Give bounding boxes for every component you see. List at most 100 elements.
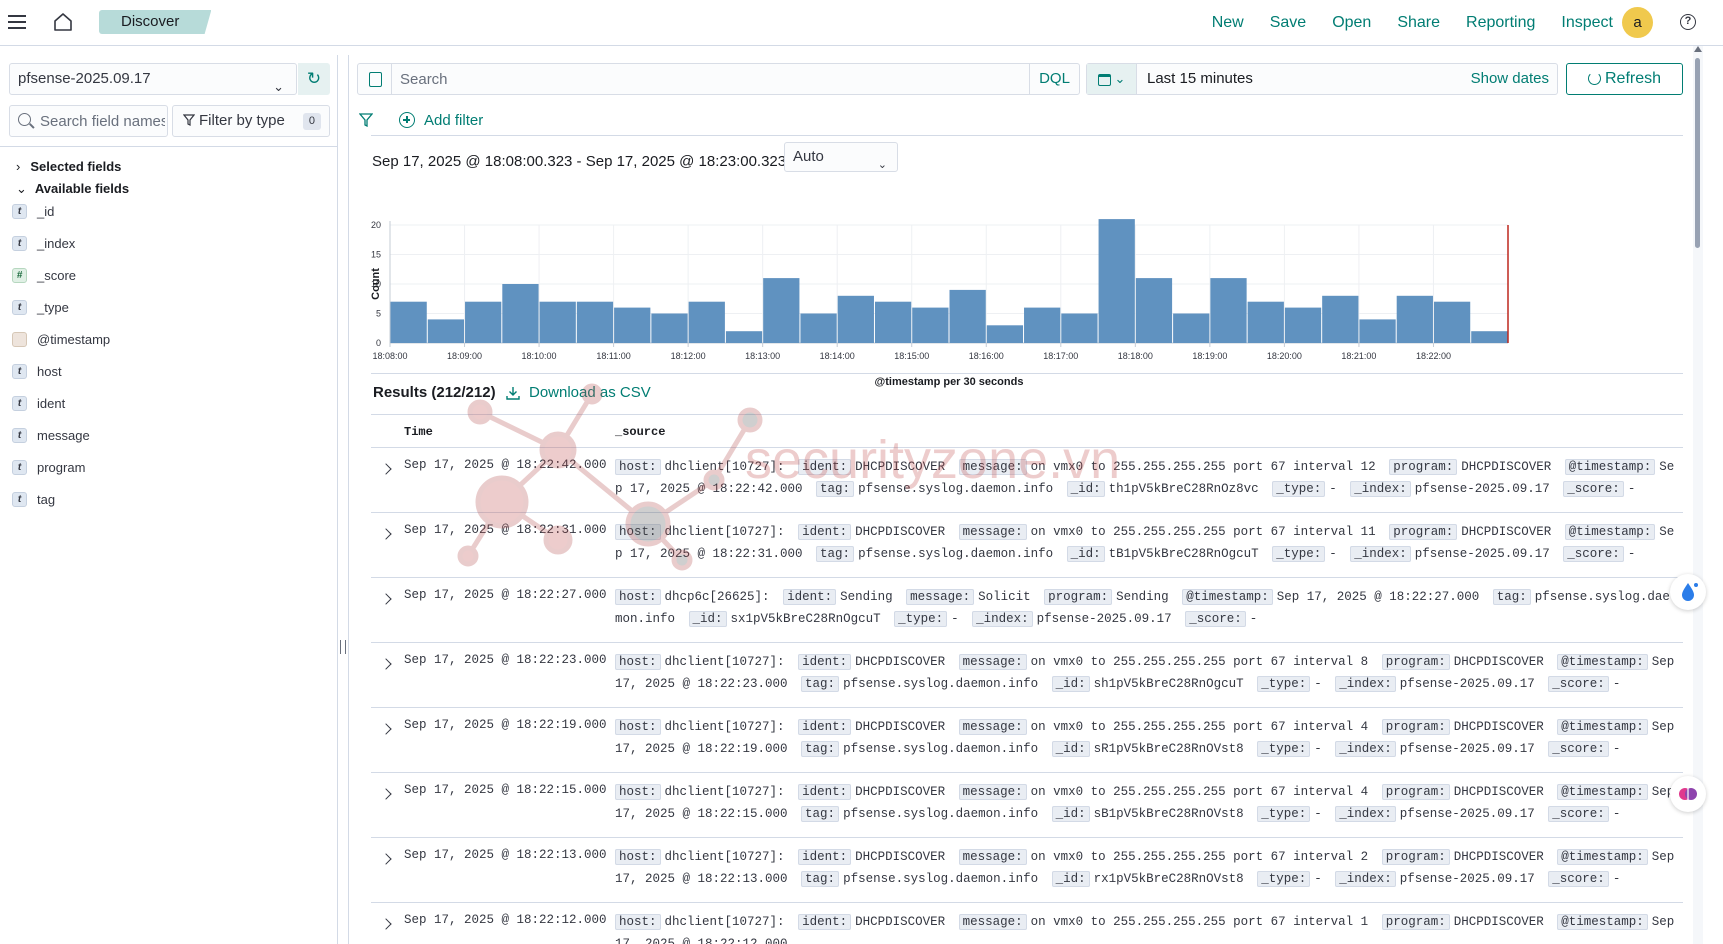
filter-icon[interactable] — [359, 113, 373, 127]
source-field-value: pfsense.syslog.daemon.info — [858, 547, 1054, 561]
source-field-key: host: — [615, 719, 661, 735]
show-dates-button[interactable]: Show dates — [1471, 64, 1549, 94]
source-field-key: ident: — [798, 784, 852, 800]
source-field-key: tag: — [816, 481, 855, 497]
source-field-key: _score: — [1548, 871, 1609, 887]
field-item[interactable]: t _type — [12, 291, 110, 323]
source-field-value: dhclient[10727]: — [664, 460, 785, 474]
field-search-input[interactable] — [40, 106, 165, 136]
selected-fields-toggle[interactable]: › Selected fields — [16, 159, 121, 174]
source-field-key: _index: — [1335, 806, 1396, 822]
avatar[interactable]: a — [1622, 7, 1653, 38]
filter-by-type-button[interactable]: Filter by type 0 — [172, 105, 330, 137]
source-field-key: @timestamp: — [1557, 914, 1648, 930]
saved-query-icon[interactable] — [358, 64, 392, 94]
expand-row-icon[interactable] — [380, 593, 392, 605]
row-timestamp: Sep 17, 2025 @ 18:22:12.000 — [404, 913, 607, 927]
field-item[interactable]: # _score — [12, 259, 110, 291]
add-filter-button[interactable]: Add filter — [399, 112, 483, 129]
table-row: Sep 17, 2025 @ 18:22:19.000 host: dhclient… — [371, 708, 1683, 773]
help-icon[interactable]: ? — [1680, 14, 1696, 30]
source-field-key: ident: — [798, 849, 852, 865]
scroll-up-arrow-icon[interactable] — [1694, 46, 1702, 52]
field-type-icon: t — [12, 203, 27, 219]
histogram-bar — [390, 301, 427, 343]
menu-icon[interactable] — [6, 11, 28, 33]
row-source: host: dhclient[10727]: ident: DHCPDISCOVER… — [615, 846, 1675, 890]
expand-row-icon[interactable] — [380, 788, 392, 800]
x-tick-label: 18:18:00 — [1118, 351, 1153, 361]
share-link[interactable]: Share — [1397, 14, 1440, 32]
home-icon[interactable] — [52, 12, 74, 32]
field-item[interactable]: @timestamp — [12, 323, 110, 355]
source-field-key: message: — [958, 459, 1027, 475]
source-field-value: - — [1314, 872, 1322, 886]
source-field-value: DHCPDISCOVER — [1461, 525, 1552, 539]
source-field-key: tag: — [1492, 589, 1531, 605]
source-field-value: sh1pV5kBreC28RnOgcuT — [1093, 677, 1244, 691]
time-range-text[interactable]: Last 15 minutes — [1147, 64, 1253, 94]
histogram-bar — [427, 319, 465, 343]
field-item[interactable]: t host — [12, 355, 110, 387]
y-axis-label: Count — [370, 268, 382, 300]
refresh-index-icon[interactable]: ↻ — [298, 63, 330, 95]
histogram-bar — [651, 313, 688, 343]
available-fields-label: Available fields — [34, 181, 130, 196]
resize-handle[interactable] — [340, 640, 346, 654]
histogram-bar — [1433, 301, 1471, 343]
field-list: t _id t _index # _score t _type @timestamp t host t… — [12, 195, 110, 515]
row-timestamp: Sep 17, 2025 @ 18:22:19.000 — [404, 718, 607, 732]
ai-assistant-icon[interactable] — [1670, 776, 1706, 812]
interval-select[interactable]: Auto ⌄ — [784, 142, 898, 172]
divider — [371, 373, 1683, 374]
scrollbar-thumb[interactable] — [1695, 58, 1700, 248]
source-field-key: tag: — [801, 806, 840, 822]
expand-row-icon[interactable] — [380, 528, 392, 540]
field-item[interactable]: t _index — [12, 227, 110, 259]
source-field-value: dhclient[10727]: — [664, 525, 785, 539]
source-field-key: message: — [958, 524, 1027, 540]
refresh-button[interactable]: Refresh — [1566, 63, 1683, 95]
save-link[interactable]: Save — [1270, 14, 1306, 32]
source-field-value: DHCPDISCOVER — [855, 655, 946, 669]
source-field-key: _type: — [1257, 676, 1311, 692]
column-header-time[interactable]: Time — [404, 425, 433, 439]
field-item[interactable]: t message — [12, 419, 110, 451]
inspect-link[interactable]: Inspect — [1561, 14, 1613, 32]
expand-row-icon[interactable] — [380, 463, 392, 475]
search-input[interactable] — [400, 64, 1000, 94]
new-link[interactable]: New — [1212, 14, 1244, 32]
source-field-key: _index: — [1335, 871, 1396, 887]
reporting-link[interactable]: Reporting — [1466, 14, 1535, 32]
source-field-value: - — [1612, 872, 1621, 886]
breadcrumb-discover[interactable]: Discover — [99, 10, 212, 34]
download-csv-button[interactable]: Download as CSV — [506, 384, 651, 401]
row-timestamp: Sep 17, 2025 @ 18:22:15.000 — [404, 783, 607, 797]
table-row: Sep 17, 2025 @ 18:22:27.000 host: dhcp6c[2… — [371, 578, 1683, 643]
expand-row-icon[interactable] — [380, 658, 392, 670]
source-field-value: on vmx0 to 255.255.255.255 port 67 inter… — [1030, 720, 1369, 734]
field-item[interactable]: t program — [12, 451, 110, 483]
download-icon — [506, 386, 520, 400]
source-field-value: dhcp6c[26625]: — [664, 590, 770, 604]
quick-menu-button[interactable]: ⌄ — [1087, 64, 1137, 94]
histogram-bar — [502, 284, 539, 343]
index-pattern-select[interactable]: pfsense-2025.09.17 ⌄ — [9, 63, 297, 95]
source-field-value: pfsense-2025.09.17 — [1414, 547, 1550, 561]
source-field-value: Solicit — [978, 590, 1031, 604]
expand-row-icon[interactable] — [380, 853, 392, 865]
drop-assistant-icon[interactable] — [1670, 574, 1706, 610]
open-link[interactable]: Open — [1332, 14, 1371, 32]
source-field-key: _score: — [1548, 806, 1609, 822]
column-header-source[interactable]: _source — [615, 425, 665, 439]
field-item[interactable]: t ident — [12, 387, 110, 419]
source-field-value: - — [1329, 482, 1337, 496]
source-field-key: _id: — [1051, 741, 1090, 757]
expand-row-icon[interactable] — [380, 918, 392, 930]
source-field-key: host: — [615, 589, 661, 605]
query-language-button[interactable]: DQL — [1029, 64, 1079, 94]
x-tick-label: 18:22:00 — [1416, 351, 1451, 361]
field-item[interactable]: t _id — [12, 195, 110, 227]
expand-row-icon[interactable] — [380, 723, 392, 735]
field-item[interactable]: t tag — [12, 483, 110, 515]
